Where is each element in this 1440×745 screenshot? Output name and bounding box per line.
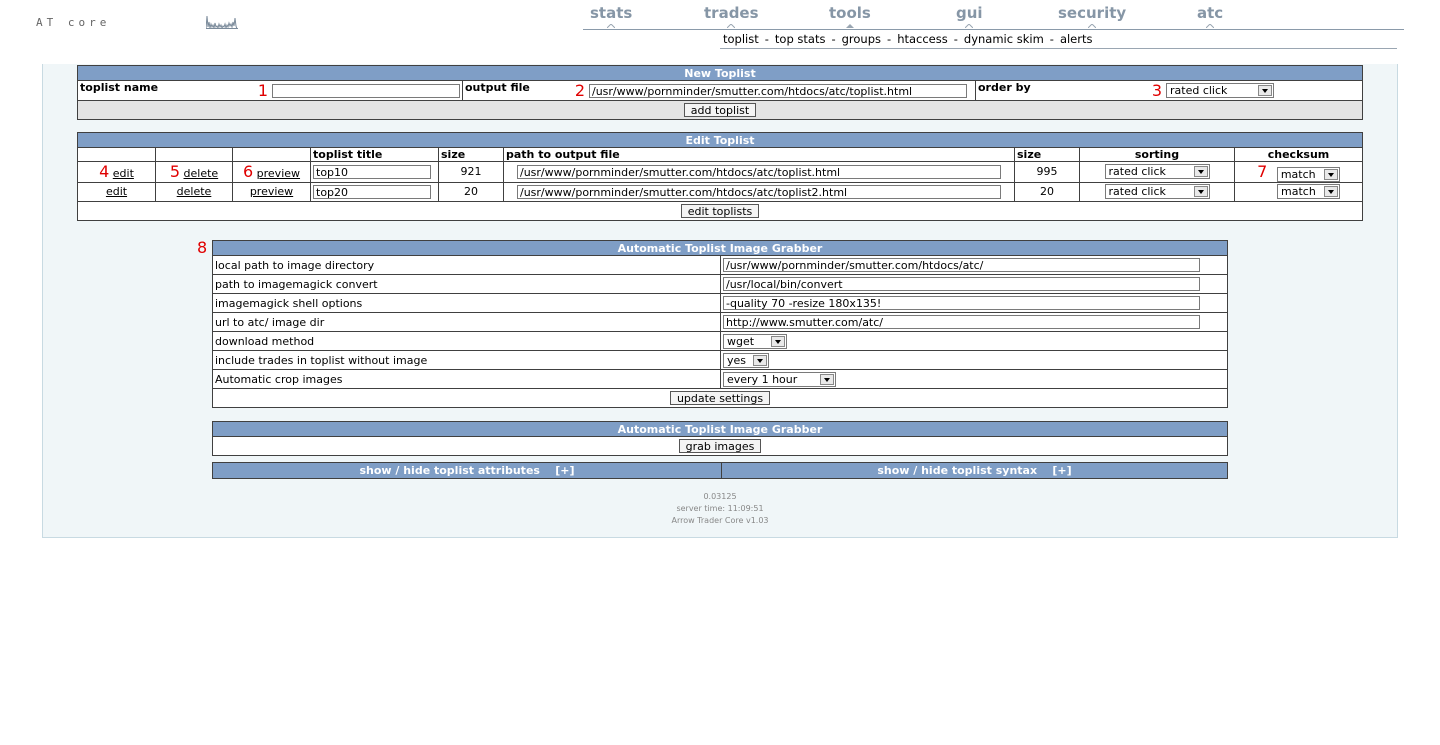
crop-interval-select[interactable]: every 1 hour bbox=[723, 371, 836, 387]
new-toplist-table: New Toplist toplist name 1 output file 2 /… bbox=[77, 65, 1363, 120]
chevron-down-icon bbox=[1193, 186, 1208, 197]
image-grabber-settings-table: Automatic Toplist Image Grabber local pa… bbox=[212, 240, 1228, 408]
marker-7: 7 bbox=[1257, 162, 1268, 181]
setting-label: url to atc/ image dir bbox=[212, 312, 721, 332]
subnav-toplist[interactable]: toplist bbox=[723, 32, 759, 46]
nav-gui[interactable]: gui bbox=[956, 4, 983, 28]
output-path-input[interactable]: /usr/www/pornminder/smutter.com/htdocs/a… bbox=[517, 184, 1001, 199]
image-grabber-header: Automatic Toplist Image Grabber bbox=[212, 240, 1228, 256]
col-size: size bbox=[438, 147, 504, 162]
marker-5: 5 bbox=[169, 162, 181, 182]
server-time: server time: 11:09:51 bbox=[676, 504, 764, 513]
size-value: 921 bbox=[438, 161, 504, 183]
toplist-title-input[interactable]: top10 bbox=[313, 164, 431, 179]
image-directory-input[interactable]: /usr/www/pornminder/smutter.com/htdocs/a… bbox=[723, 258, 1200, 272]
marker-6: 6 bbox=[242, 162, 254, 182]
output-file-input[interactable]: /usr/www/pornminder/smutter.com/htdocs/a… bbox=[589, 83, 967, 98]
checksum-select[interactable]: match bbox=[1277, 184, 1340, 199]
edit-link[interactable]: edit bbox=[106, 185, 127, 198]
chevron-down-icon bbox=[820, 373, 834, 385]
top-navigation: stats trades tools gui security atc bbox=[0, 0, 1440, 30]
toplist-title-input[interactable]: top20 bbox=[313, 184, 431, 199]
subnav-alerts[interactable]: alerts bbox=[1060, 32, 1093, 46]
nav-trades[interactable]: trades bbox=[704, 4, 759, 28]
marker-1: 1 bbox=[257, 81, 268, 100]
setting-label: local path to image directory bbox=[212, 255, 721, 275]
update-settings-button[interactable]: update settings bbox=[669, 391, 771, 405]
chevron-down-icon bbox=[1323, 168, 1338, 180]
toggle-attributes[interactable]: show / hide toplist attributes [+] bbox=[212, 462, 722, 479]
include-trades-select[interactable]: yes bbox=[723, 352, 769, 368]
output-path-input[interactable]: /usr/www/pornminder/smutter.com/htdocs/a… bbox=[517, 164, 1001, 179]
chevron-down-icon bbox=[1324, 186, 1338, 197]
setting-label: path to imagemagick convert bbox=[212, 274, 721, 294]
subnav-top-stats[interactable]: top stats bbox=[775, 32, 826, 46]
image-url-input[interactable]: http://www.smutter.com/atc/ bbox=[723, 315, 1200, 329]
grab-images-header: Automatic Toplist Image Grabber bbox=[212, 421, 1228, 437]
size-value: 20 bbox=[438, 181, 504, 202]
size2-value: 20 bbox=[1014, 181, 1080, 202]
imagemagick-options-input[interactable]: -quality 70 -resize 180x135! bbox=[723, 296, 1200, 310]
edit-toplists-button[interactable]: edit toplists bbox=[680, 203, 760, 218]
subnav-groups[interactable]: groups bbox=[842, 32, 881, 46]
chevron-down-icon bbox=[753, 354, 767, 366]
chevron-down-icon bbox=[771, 335, 785, 347]
preview-link[interactable]: preview bbox=[257, 167, 300, 180]
col-toplist-title: toplist title bbox=[310, 147, 439, 162]
nav-security[interactable]: security bbox=[1058, 4, 1126, 28]
preview-link[interactable]: preview bbox=[250, 185, 293, 198]
render-time: 0.03125 bbox=[703, 492, 737, 501]
subnav-divider bbox=[720, 48, 1397, 49]
version: Arrow Trader Core v1.03 bbox=[671, 516, 769, 525]
grab-images-button[interactable]: grab images bbox=[678, 439, 762, 453]
new-toplist-header: New Toplist bbox=[77, 65, 1363, 81]
toplist-name-label: toplist name bbox=[80, 81, 159, 94]
col-size2: size bbox=[1014, 147, 1080, 162]
sorting-select[interactable]: rated click bbox=[1104, 164, 1210, 180]
marker-2: 2 bbox=[574, 81, 585, 100]
checksum-select[interactable]: match bbox=[1276, 166, 1340, 182]
add-toplist-button[interactable]: add toplist bbox=[683, 103, 757, 117]
chevron-down-icon bbox=[1258, 85, 1272, 96]
toplist-name-input[interactable] bbox=[272, 83, 460, 98]
col-sorting: sorting bbox=[1079, 147, 1235, 162]
marker-4: 4 bbox=[99, 162, 110, 182]
nav-stats[interactable]: stats bbox=[590, 4, 632, 28]
col-path: path to output file bbox=[503, 147, 1015, 162]
setting-label: Automatic crop images bbox=[212, 369, 721, 389]
nav-tools[interactable]: tools bbox=[829, 4, 871, 28]
table-row: edit delete preview top20 20 /usr/www/po… bbox=[77, 181, 1363, 202]
grab-images-table: Automatic Toplist Image Grabber grab ima… bbox=[212, 421, 1228, 456]
subnav-htaccess[interactable]: htaccess bbox=[897, 32, 948, 46]
nav-atc[interactable]: atc bbox=[1197, 4, 1223, 28]
marker-8: 8 bbox=[197, 238, 208, 257]
order-by-label: order by bbox=[978, 81, 1031, 94]
download-method-select[interactable]: wget bbox=[723, 333, 787, 349]
edit-toplist-table: Edit Toplist toplist title size path to … bbox=[77, 132, 1363, 221]
delete-link[interactable]: delete bbox=[184, 167, 219, 180]
imagemagick-convert-input[interactable]: /usr/local/bin/convert bbox=[723, 277, 1200, 291]
delete-link[interactable]: delete bbox=[177, 185, 212, 198]
col-checksum: checksum bbox=[1234, 147, 1363, 162]
size2-value: 995 bbox=[1014, 161, 1080, 183]
edit-toplist-header: Edit Toplist bbox=[77, 132, 1363, 148]
sub-navigation: toplist - top stats - groups - htaccess - dynami… bbox=[723, 32, 1093, 46]
toggle-syntax[interactable]: show / hide toplist syntax [+] bbox=[721, 462, 1228, 479]
subnav-dynamic-skim[interactable]: dynamic skim bbox=[964, 32, 1044, 46]
output-file-label: output file bbox=[465, 81, 530, 94]
nav-divider bbox=[583, 29, 1404, 30]
setting-label: imagemagick shell options bbox=[212, 293, 721, 313]
toggle-bar: show / hide toplist attributes [+] show … bbox=[212, 462, 1228, 479]
edit-link[interactable]: edit bbox=[113, 167, 134, 180]
table-row: 4 edit 5 delete 6 preview top10 921 /usr… bbox=[77, 161, 1363, 183]
setting-label: download method bbox=[212, 331, 721, 351]
order-by-select[interactable]: rated click bbox=[1166, 83, 1274, 98]
marker-3: 3 bbox=[1151, 81, 1162, 100]
setting-label: include trades in toplist without image bbox=[212, 350, 721, 370]
chevron-down-icon bbox=[1193, 166, 1208, 178]
sorting-select[interactable]: rated click bbox=[1104, 184, 1210, 199]
